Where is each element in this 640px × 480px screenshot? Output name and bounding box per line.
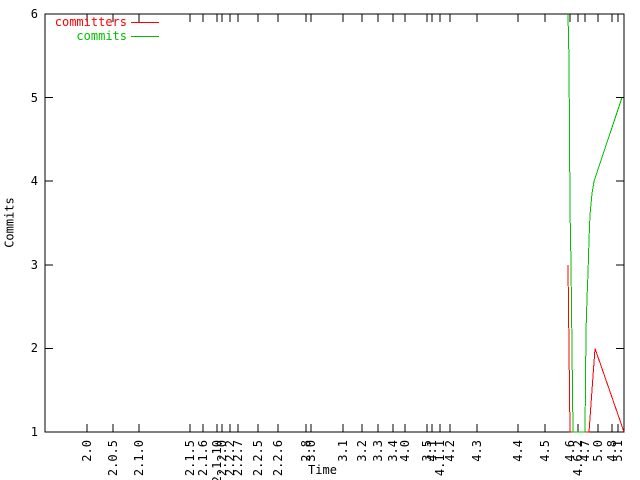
legend-label-committers: committers — [39, 16, 127, 29]
plot-canvas — [0, 0, 640, 480]
plot-border — [45, 14, 624, 432]
commits-chart: Commits Time 2.02.0.52.1.02.1.52.1.62.1.… — [0, 0, 640, 480]
legend-line-sample-committers — [131, 22, 159, 23]
series-line-committers — [568, 265, 624, 432]
legend-label-commits: commits — [39, 30, 127, 43]
legend-line-sample-commits — [131, 36, 159, 37]
series-line-commits — [568, 14, 622, 432]
